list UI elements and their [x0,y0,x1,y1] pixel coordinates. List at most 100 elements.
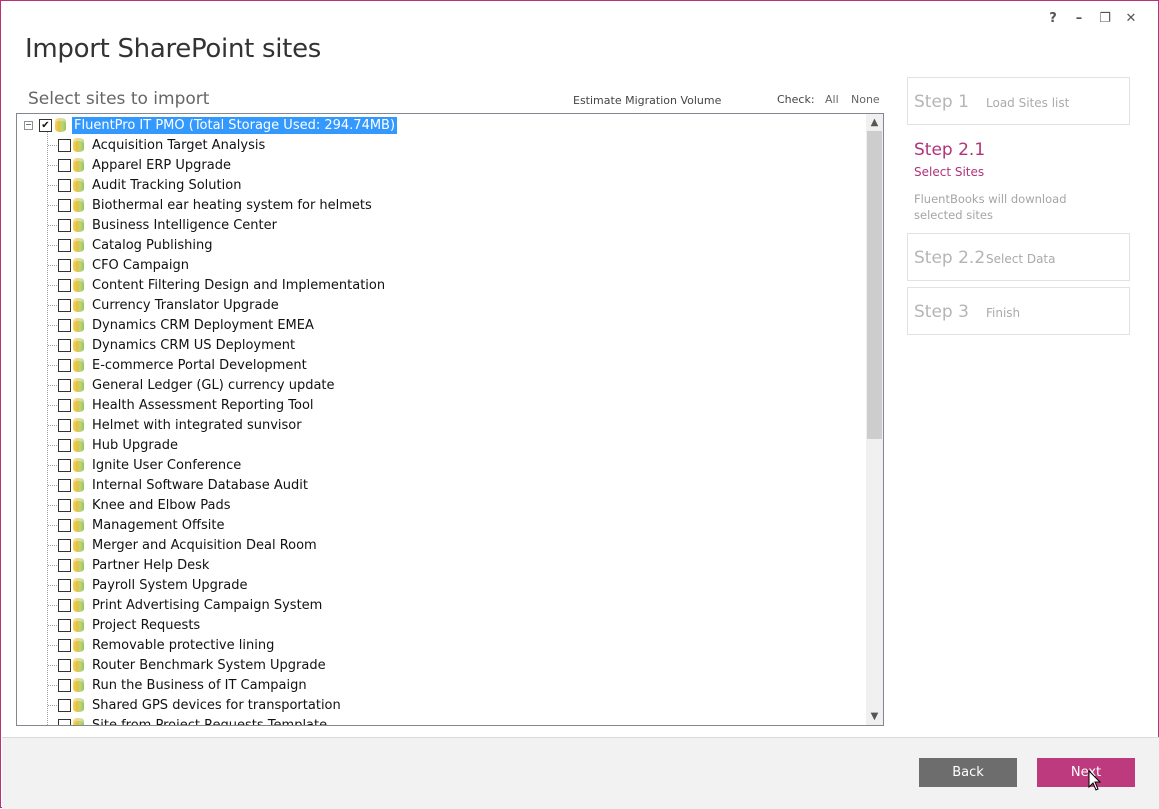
site-checkbox[interactable] [58,279,71,292]
tree-item[interactable]: Project Requests [17,616,866,636]
site-label: Partner Help Desk [92,558,210,573]
tree-item[interactable]: Management Offsite [17,516,866,536]
back-button[interactable]: Back [919,758,1017,787]
tree-scrollbar[interactable]: ▲ ▼ [866,114,883,725]
section-title: Select sites to import [28,89,210,109]
site-checkbox[interactable] [58,259,71,272]
tree-root-row[interactable]: − ✔ FluentPro IT PMO (Total Storage Used… [17,116,866,136]
tree-item[interactable]: Currency Translator Upgrade [17,296,866,316]
tree-item[interactable]: Run the Business of IT Campaign [17,676,866,696]
estimate-migration-volume-link[interactable]: Estimate Migration Volume [573,94,721,107]
tree-item[interactable]: Print Advertising Campaign System [17,596,866,616]
tree-item[interactable]: Partner Help Desk [17,556,866,576]
site-checkbox[interactable] [58,199,71,212]
scroll-up-icon[interactable]: ▲ [866,114,883,131]
site-icon [73,238,84,252]
tree-item[interactable]: Hub Upgrade [17,436,866,456]
tree-item[interactable]: Site from Project Requests Template [17,716,866,725]
site-checkbox[interactable] [58,679,71,692]
next-button[interactable]: Next [1037,758,1135,787]
step-2-2-name: Select Data [986,252,1056,266]
tree-item[interactable]: Helmet with integrated sunvisor [17,416,866,436]
site-checkbox[interactable] [58,399,71,412]
site-label: Internal Software Database Audit [92,478,308,493]
site-checkbox[interactable] [58,219,71,232]
site-checkbox[interactable] [58,339,71,352]
site-checkbox[interactable] [58,179,71,192]
tree-item[interactable]: Knee and Elbow Pads [17,496,866,516]
site-label: Site from Project Requests Template [92,718,327,725]
step-2-2-box: Step 2.2 Select Data [907,233,1130,281]
site-checkbox[interactable] [58,479,71,492]
tree-item[interactable]: Shared GPS devices for transportation [17,696,866,716]
step-2-1-name: Select Sites [914,165,985,179]
site-checkbox[interactable] [58,659,71,672]
site-icon [73,178,84,192]
restore-icon[interactable]: ❐ [1092,11,1118,26]
site-checkbox[interactable] [58,319,71,332]
tree-root-label[interactable]: FluentPro IT PMO (Total Storage Used: 29… [72,117,398,134]
tree-item[interactable]: Dynamics CRM Deployment EMEA [17,316,866,336]
site-checkbox[interactable] [58,619,71,632]
site-label: Acquisition Target Analysis [92,138,266,153]
tree-item[interactable]: Removable protective lining [17,636,866,656]
tree-item[interactable]: Business Intelligence Center [17,216,866,236]
site-checkbox[interactable] [58,539,71,552]
site-label: General Ledger (GL) currency update [92,378,335,393]
site-label: Apparel ERP Upgrade [92,158,231,173]
check-all-link[interactable]: All [825,93,839,106]
site-checkbox[interactable] [58,159,71,172]
tree-connector [48,185,57,186]
site-checkbox[interactable] [58,499,71,512]
tree-item[interactable]: Router Benchmark System Upgrade [17,656,866,676]
tree-item[interactable]: Content Filtering Design and Implementat… [17,276,866,296]
collapse-icon[interactable]: − [24,121,33,130]
site-checkbox[interactable] [58,579,71,592]
site-checkbox[interactable] [58,419,71,432]
site-checkbox[interactable] [58,559,71,572]
site-checkbox[interactable] [58,599,71,612]
tree-item[interactable]: Dynamics CRM US Deployment [17,336,866,356]
site-checkbox[interactable] [58,139,71,152]
site-checkbox[interactable] [58,519,71,532]
tree-item[interactable]: General Ledger (GL) currency update [17,376,866,396]
step-2-2-number: Step 2.2 [914,248,986,268]
tree-item[interactable]: Merger and Acquisition Deal Room [17,536,866,556]
tree-item[interactable]: Audit Tracking Solution [17,176,866,196]
tree-item[interactable]: E-commerce Portal Development [17,356,866,376]
site-icon [73,538,84,552]
tree-item[interactable]: Payroll System Upgrade [17,576,866,596]
scroll-thumb[interactable] [867,131,882,439]
site-label: E-commerce Portal Development [92,358,307,373]
tree-item[interactable]: Apparel ERP Upgrade [17,156,866,176]
close-icon[interactable]: ✕ [1118,11,1144,26]
site-checkbox[interactable] [58,719,71,725]
step-1-box: Step 1 Load Sites list [907,77,1130,125]
help-icon[interactable]: ? [1040,11,1066,26]
site-label: Payroll System Upgrade [92,578,248,593]
site-checkbox[interactable] [58,239,71,252]
scroll-down-icon[interactable]: ▼ [866,708,883,725]
site-checkbox[interactable] [58,359,71,372]
site-checkbox[interactable] [58,459,71,472]
site-label: Audit Tracking Solution [92,178,242,193]
site-checkbox[interactable] [58,299,71,312]
minimize-icon[interactable]: – [1066,11,1092,26]
tree-item[interactable]: Catalog Publishing [17,236,866,256]
site-checkbox[interactable] [58,639,71,652]
tree-item[interactable]: Ignite User Conference [17,456,866,476]
check-none-link[interactable]: None [851,93,880,106]
site-checkbox[interactable] [58,379,71,392]
site-icon [73,358,84,372]
tree-item[interactable]: Health Assessment Reporting Tool [17,396,866,416]
site-checkbox[interactable] [58,699,71,712]
site-checkbox[interactable] [58,439,71,452]
tree-item[interactable]: CFO Campaign [17,256,866,276]
site-icon [73,578,84,592]
site-icon [73,458,84,472]
tree-item[interactable]: Biothermal ear heating system for helmet… [17,196,866,216]
tree-item[interactable]: Acquisition Target Analysis [17,136,866,156]
root-checkbox[interactable]: ✔ [39,119,52,132]
tree-item[interactable]: Internal Software Database Audit [17,476,866,496]
tree-connector [48,705,57,706]
